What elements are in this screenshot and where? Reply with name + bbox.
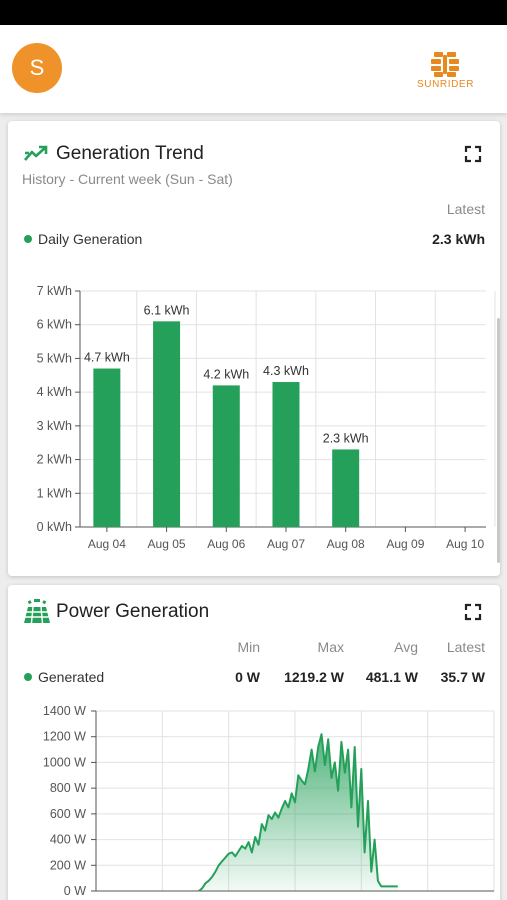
y-tick-label: 5 kWh <box>37 351 72 365</box>
card-title: Power Generation <box>56 601 210 622</box>
max-value: 1219.2 W <box>284 669 344 685</box>
power-generation-card: Power Generation Min Max Avg Latest Gene… <box>8 585 500 900</box>
app-header: S SUNRIDER <box>0 25 507 113</box>
x-tick-label: Aug 04 <box>88 537 126 551</box>
scrollbar[interactable] <box>497 318 500 563</box>
status-bar <box>0 0 507 25</box>
y-tick-label: 7 kWh <box>37 284 72 298</box>
legend-label: Generated <box>38 669 105 685</box>
x-tick-label: Aug 10 <box>446 537 484 551</box>
solar-panel-icon <box>24 599 50 624</box>
bar-data-label: 4.2 kWh <box>203 367 249 381</box>
y-tick-label: 200 W <box>50 858 86 872</box>
y-tick-label: 3 kWh <box>37 419 72 433</box>
y-tick-label: 800 W <box>50 781 86 795</box>
x-tick-label: Aug 05 <box>148 537 186 551</box>
fullscreen-icon[interactable] <box>464 603 482 621</box>
generation-trend-card: Generation Trend History - Current week … <box>8 121 500 576</box>
trending-up-icon <box>24 145 48 161</box>
y-tick-label: 1400 W <box>43 704 86 718</box>
min-value: 0 W <box>235 669 260 685</box>
y-tick-label: 0 kWh <box>37 520 72 534</box>
x-tick-label: Aug 09 <box>386 537 424 551</box>
brand-logo: SUNRIDER <box>417 51 473 90</box>
y-tick-label: 400 W <box>50 833 86 847</box>
y-tick-label: 4 kWh <box>37 385 72 399</box>
x-tick-label: Aug 08 <box>327 537 365 551</box>
y-tick-label: 1000 W <box>43 755 86 769</box>
y-tick-label: 2 kWh <box>37 453 72 467</box>
brand-name: SUNRIDER <box>417 79 475 90</box>
min-header: Min <box>237 639 260 655</box>
y-tick-label: 1 kWh <box>37 486 72 500</box>
bar-data-label: 4.7 kWh <box>84 351 130 365</box>
legend-label: Daily Generation <box>38 231 143 247</box>
y-tick-label: 600 W <box>50 807 86 821</box>
power-generation-chart: 0 W 200 W 400 W 600 W 800 W 1000 W 1200 W 1400 … <box>43 704 495 898</box>
avatar[interactable]: S <box>12 43 62 93</box>
y-tick-label: 0 W <box>64 884 86 898</box>
bar-data-label: 6.1 kWh <box>144 303 190 317</box>
fullscreen-icon[interactable] <box>464 145 482 163</box>
latest-value: 2.3 kWh <box>432 231 485 247</box>
daily-generation-chart: 0 kWh 1 kWh 2 kWh 3 kWh 4 kWh 5 kWh 6 kWh 7 kWh… <box>37 284 496 551</box>
latest-header: Latest <box>446 201 485 217</box>
card-subtitle: History - Current week (Sun - Sat) <box>22 171 233 187</box>
x-tick-label: Aug 07 <box>267 537 305 551</box>
max-header: Max <box>317 639 344 655</box>
bar <box>332 449 360 527</box>
latest-header: Latest <box>446 639 485 655</box>
y-tick-label: 1200 W <box>43 730 86 744</box>
y-tick-label: 6 kWh <box>37 318 72 332</box>
x-tick-label: Aug 06 <box>207 537 245 551</box>
legend-dot <box>24 235 32 243</box>
avg-value: 481.1 W <box>365 669 418 685</box>
bar <box>272 382 300 527</box>
sunrider-logo-icon <box>431 52 459 77</box>
bar-data-label: 2.3 kWh <box>323 431 369 445</box>
legend-dot <box>24 673 32 681</box>
avg-header: Avg <box>394 639 418 655</box>
bar <box>153 321 181 527</box>
bar <box>93 368 121 527</box>
bar <box>212 385 240 527</box>
latest-value: 35.7 W <box>440 669 485 685</box>
bar-data-label: 4.3 kWh <box>263 364 309 378</box>
card-title: Generation Trend <box>56 143 204 164</box>
